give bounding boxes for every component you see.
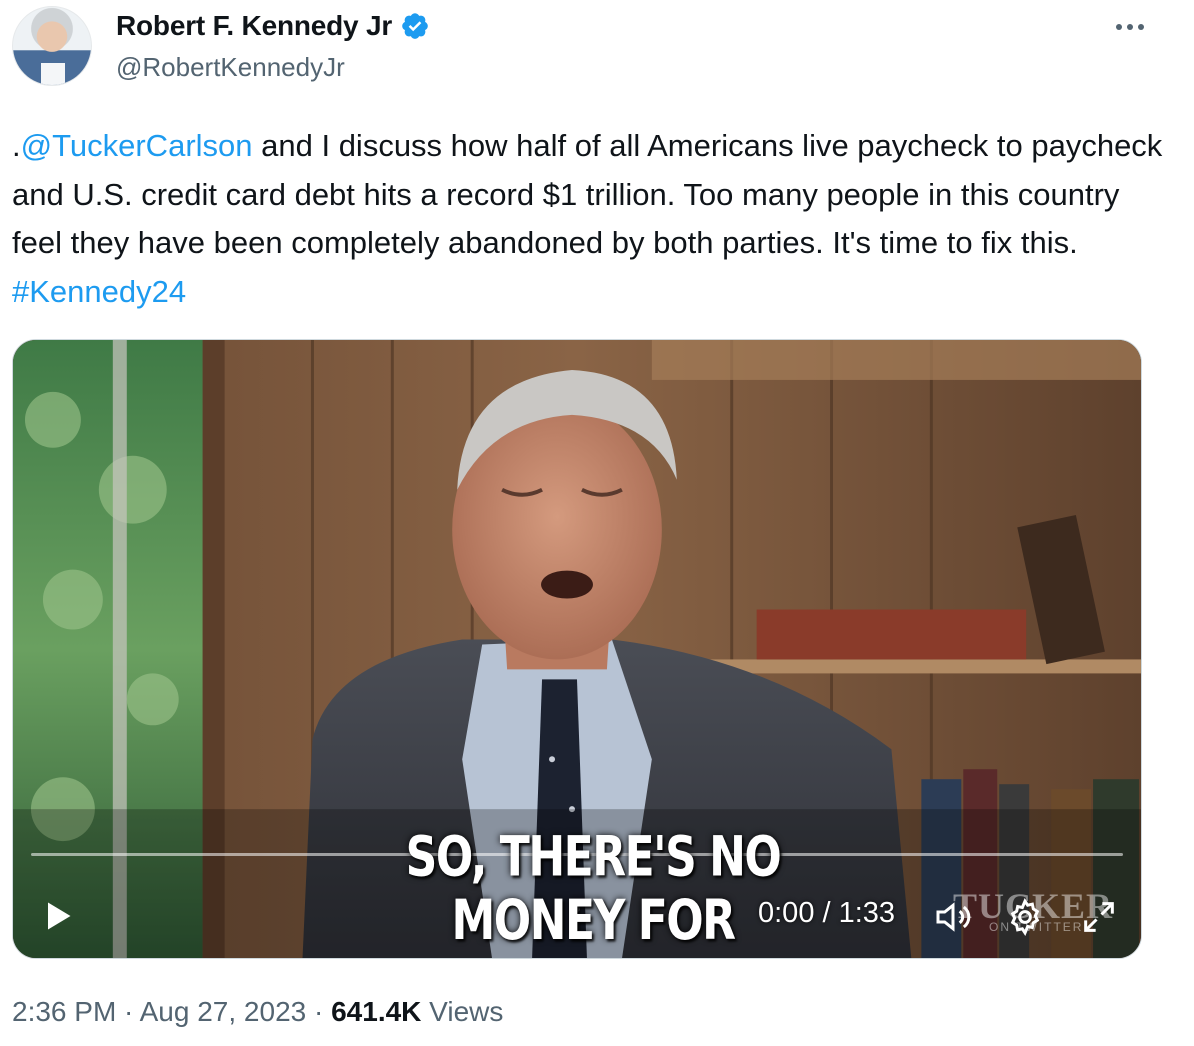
avatar[interactable] [12, 6, 92, 86]
meta-separator: · [116, 996, 140, 1027]
tweet-date-link[interactable]: Aug 27, 2023 [140, 996, 307, 1027]
meta-separator-2: · [306, 996, 332, 1027]
views-label: Views [421, 996, 504, 1027]
more-horizontal-icon [1116, 24, 1122, 30]
tweet-text: .@TuckerCarlson and I discuss how half o… [12, 122, 1172, 316]
hashtag-link[interactable]: #Kennedy24 [12, 274, 186, 309]
text-prefix: . [12, 128, 21, 163]
video-caption: SO, THERE'S NO MONEY FOR [405, 825, 782, 953]
fullscreen-icon[interactable] [1079, 897, 1119, 937]
tweet-meta: 2:36 PM · Aug 27, 2023 · 641.4K Views [12, 996, 503, 1028]
mention-link[interactable]: @TuckerCarlson [21, 128, 253, 163]
views-count: 641.4K [331, 996, 422, 1027]
more-options-button[interactable] [1108, 12, 1152, 42]
tweet: Robert F. Kennedy Jr @RobertKennedyJr .@… [0, 0, 1194, 1046]
play-icon[interactable] [39, 898, 75, 934]
tweet-time-link[interactable]: 2:36 PM [12, 996, 116, 1027]
video-timecode: 0:00 / 1:33 [758, 897, 896, 929]
display-name[interactable]: Robert F. Kennedy Jr [116, 10, 392, 42]
author-name-row[interactable]: Robert F. Kennedy Jr [116, 10, 430, 42]
settings-icon[interactable] [1005, 897, 1045, 937]
video-player[interactable]: SO, THERE'S NO MONEY FOR TUCKER ON TWITT… [12, 339, 1142, 959]
verified-badge-icon[interactable] [400, 11, 430, 41]
volume-icon[interactable] [933, 897, 973, 937]
author-handle[interactable]: @RobertKennedyJr [116, 52, 345, 83]
